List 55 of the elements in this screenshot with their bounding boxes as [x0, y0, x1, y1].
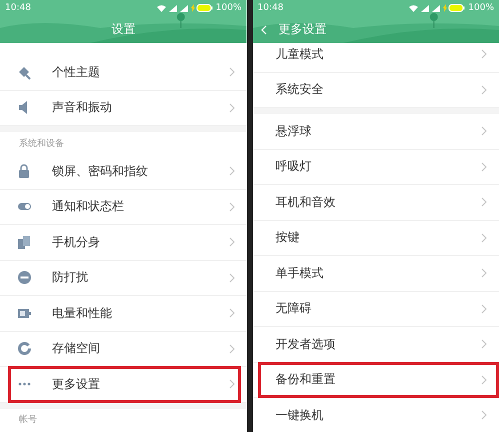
settings-item[interactable]: 电量和性能: [0, 296, 246, 332]
section-header: 系统和设备: [19, 138, 64, 150]
chevron-icon: [481, 232, 487, 243]
battery-percent: 100%: [216, 3, 242, 13]
chevron-icon: [481, 49, 487, 60]
chevron-icon: [481, 162, 487, 172]
settings-item[interactable]: 一键换机: [252, 398, 499, 432]
settings-item[interactable]: 无障碍: [252, 292, 499, 327]
chevron-icon: [228, 344, 234, 354]
settings-item[interactable]: 存储空间: [0, 332, 246, 367]
battery-percent: 100%: [468, 3, 494, 13]
settings-item[interactable]: 呼吸灯: [252, 150, 499, 185]
status-time: 10:48: [5, 3, 31, 13]
settings-item[interactable]: 个性主题: [0, 55, 246, 90]
settings-item[interactable]: 备份和重置: [252, 362, 499, 398]
chevron-icon: [228, 67, 234, 78]
chevron-icon: [481, 304, 487, 314]
chevron-icon: [481, 126, 487, 136]
settings-item[interactable]: 防打扰: [0, 260, 246, 296]
settings-item[interactable]: 按键: [252, 220, 499, 256]
settings-item[interactable]: 锁屏、密码和指纹: [0, 154, 246, 190]
chevron-icon: [228, 166, 234, 176]
chevron-icon: [228, 272, 234, 283]
chevron-icon: [228, 379, 234, 390]
chevron-icon: [228, 308, 234, 318]
chevron-icon: [481, 339, 487, 350]
settings-item[interactable]: 开发者选项: [252, 327, 499, 362]
page-title: 更多设置: [278, 21, 326, 38]
settings-item[interactable]: 更多设置: [0, 367, 246, 402]
settings-item[interactable]: 手机分身: [0, 225, 246, 260]
settings-item[interactable]: 耳机和音效: [252, 185, 499, 220]
chevron-icon: [481, 84, 487, 95]
chevron-icon: [481, 197, 487, 208]
chevron-icon: [228, 202, 234, 212]
more-icon: [17, 382, 32, 386]
settings-item[interactable]: 系统安全: [252, 72, 499, 108]
status-time: 10:48: [258, 3, 284, 13]
chevron-icon: [481, 374, 487, 385]
settings-item[interactable]: 单手模式: [252, 256, 499, 292]
wifi-icon: [409, 4, 418, 12]
chevron-icon: [481, 410, 487, 420]
chevron-icon: [228, 237, 234, 248]
phones-icon: [17, 234, 32, 250]
back-icon[interactable]: [260, 24, 266, 34]
settings-item[interactable]: 通知和状态栏: [0, 190, 246, 225]
minus-circle-icon: [17, 270, 32, 286]
chevron-icon: [481, 268, 487, 278]
page-title: 设置: [111, 21, 136, 38]
settings-item[interactable]: 声音和振动: [0, 90, 246, 126]
wifi-icon: [156, 4, 166, 12]
lock-icon: [17, 164, 32, 179]
section-header: 帐号: [19, 414, 37, 426]
chevron-icon: [228, 102, 234, 113]
settings-item[interactable]: 儿童模式: [252, 43, 499, 72]
settings-item[interactable]: 悬浮球: [252, 114, 499, 150]
